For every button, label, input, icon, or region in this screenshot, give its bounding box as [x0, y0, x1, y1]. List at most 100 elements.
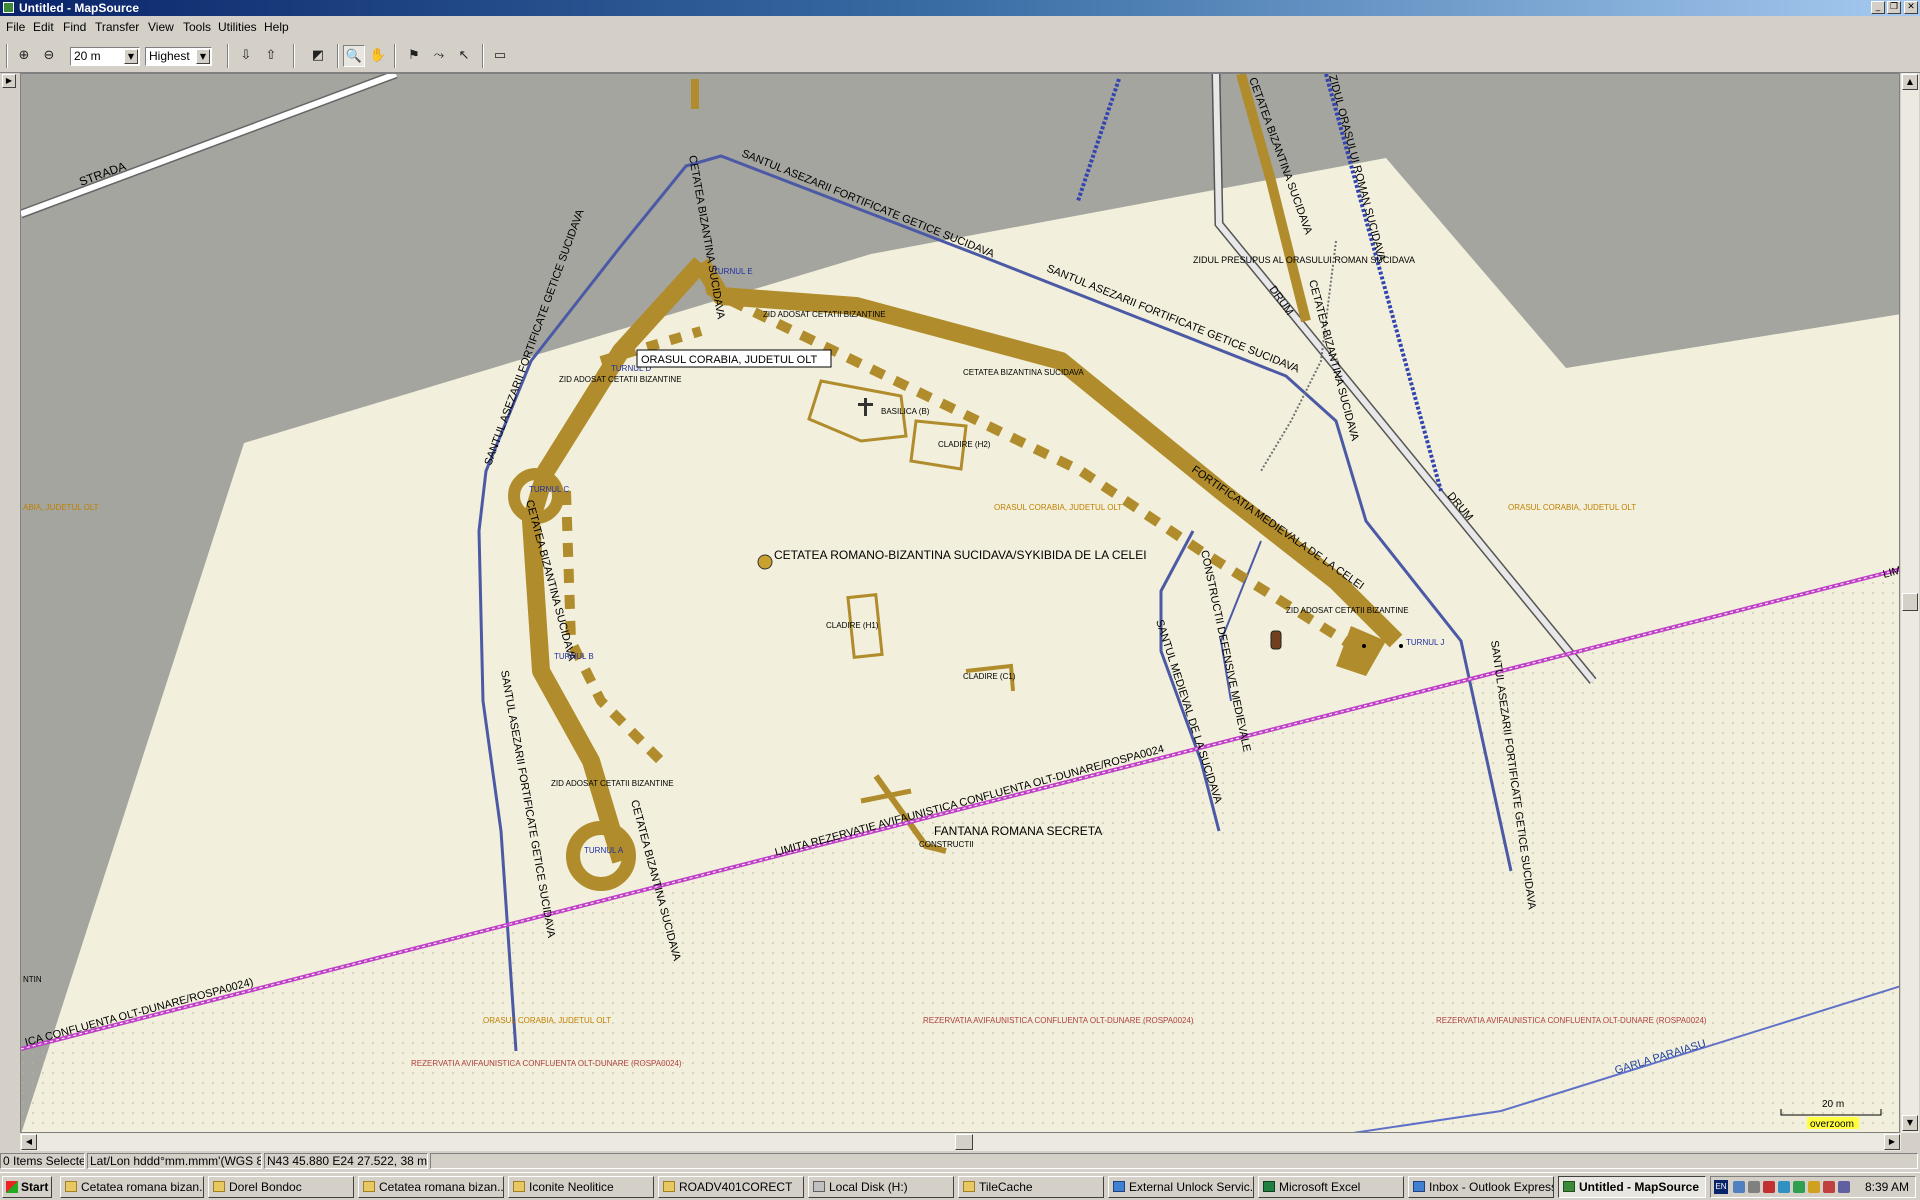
- vertical-scrollbar[interactable]: ▲ ▼: [1901, 73, 1919, 1133]
- tray-app-icon[interactable]: [1748, 1181, 1760, 1193]
- well-icon[interactable]: [1270, 630, 1282, 650]
- toolbar-separator: [337, 44, 339, 68]
- internet-explorer-icon: [1113, 1181, 1125, 1192]
- folder-icon: [65, 1181, 77, 1192]
- close-button[interactable]: ✕: [1904, 1, 1918, 14]
- status-selected: 0 Items Selected: [0, 1153, 85, 1169]
- map-tooltip: ORASUL CORABIA, JUDETUL OLT: [636, 349, 832, 368]
- expand-panel-icon[interactable]: ▶: [2, 74, 16, 88]
- zid-adosat-4-label: ZID ADOSAT CETATII BIZANTINE: [551, 779, 674, 788]
- route-tool-icon[interactable]: ⤳: [428, 45, 450, 67]
- turnul-b-label: TURNUL B: [554, 652, 594, 661]
- tray-app-icon[interactable]: [1793, 1181, 1805, 1193]
- taskbar-item-label: Dorel Bondoc: [229, 1180, 302, 1194]
- taskbar-item[interactable]: Dorel Bondoc: [208, 1176, 354, 1198]
- toolbar-separator: [482, 44, 484, 68]
- taskbar-item[interactable]: Cetatea romana bizan...: [358, 1176, 504, 1198]
- taskbar-item[interactable]: TileCache: [958, 1176, 1104, 1198]
- status-position: N43 45.880 E24 27.522, 38 m: [264, 1153, 428, 1169]
- detail-level-select[interactable]: Highest ▼: [145, 47, 212, 66]
- waypoint-tool-icon[interactable]: ⚑: [403, 45, 425, 67]
- vertical-scroll-thumb[interactable]: [1902, 593, 1918, 611]
- taskbar-item-label: TileCache: [979, 1180, 1033, 1194]
- disk-drive-icon: [813, 1181, 825, 1192]
- taskbar-item-label: Inbox - Outlook Express: [1429, 1180, 1554, 1194]
- taskbar-item[interactable]: Iconite Neolitice: [508, 1176, 654, 1198]
- menu-find[interactable]: Find: [63, 20, 86, 34]
- receive-from-device-icon[interactable]: ⇩: [235, 45, 257, 67]
- taskbar-item[interactable]: Inbox - Outlook Express: [1408, 1176, 1554, 1198]
- map-tool-icon[interactable]: ◩: [307, 45, 329, 67]
- poi-cetatea-romano-bizantina[interactable]: CETATEA ROMANO-BIZANTINA SUCIDAVA/SYKIBI…: [774, 548, 1147, 562]
- taskbar-item-active[interactable]: Untitled - MapSource: [1558, 1176, 1706, 1198]
- cladire-h1-label: CLADIRE (H1): [826, 621, 879, 630]
- menu-tools[interactable]: Tools: [183, 20, 211, 34]
- museum-icon[interactable]: [757, 554, 773, 570]
- scroll-down-icon[interactable]: ▼: [1902, 1115, 1918, 1131]
- zoom-in-icon[interactable]: ⊕: [13, 45, 35, 67]
- turnul-j-label: TURNUL J: [1406, 638, 1444, 647]
- menu-bar: File Edit Find Transfer View Tools Utili…: [0, 17, 1920, 37]
- left-panel-strip: ▶: [0, 73, 20, 1133]
- ntin-label: NTIN: [23, 975, 42, 984]
- mapsource-icon: [1563, 1181, 1575, 1192]
- clock[interactable]: 8:39 AM: [1865, 1180, 1909, 1194]
- horizontal-scrollbar[interactable]: ◀ ▶: [20, 1133, 1901, 1151]
- measure-tool-icon[interactable]: ▭: [487, 45, 513, 67]
- zoom-tool-icon[interactable]: 🔍: [343, 45, 365, 67]
- menu-utilities[interactable]: Utilities: [218, 20, 257, 34]
- scroll-right-icon[interactable]: ▶: [1884, 1134, 1900, 1150]
- zoom-out-icon[interactable]: ⊖: [38, 45, 60, 67]
- horizontal-scroll-thumb[interactable]: [955, 1134, 973, 1150]
- menu-edit[interactable]: Edit: [33, 20, 54, 34]
- tray-app-icon[interactable]: [1778, 1181, 1790, 1193]
- status-format: Lat/Lon hddd°mm.mmm'(WGS 84): [87, 1153, 262, 1169]
- chevron-down-icon[interactable]: ▼: [196, 49, 210, 64]
- start-button[interactable]: Start: [2, 1176, 52, 1198]
- hand-tool-icon[interactable]: ✋: [367, 45, 389, 67]
- network-icon[interactable]: [1733, 1181, 1745, 1193]
- wireless-icon[interactable]: [1823, 1181, 1835, 1193]
- orasul-right-label: ORASUL CORABIA, JUDETUL OLT: [1508, 503, 1636, 512]
- orasul-bottom-label: ORASUL CORABIA, JUDETUL OLT: [483, 1016, 611, 1025]
- status-empty-pane: [430, 1153, 1918, 1169]
- toolbar-separator: [293, 44, 295, 68]
- excel-icon: [1263, 1181, 1275, 1192]
- language-indicator[interactable]: EN: [1714, 1180, 1728, 1194]
- taskbar-item-label: Cetatea romana bizan...: [379, 1180, 504, 1194]
- cladire-h2-label: CLADIRE (H2): [938, 440, 991, 449]
- restore-button[interactable]: ❐: [1887, 1, 1901, 14]
- map-tooltip-text: ORASUL CORABIA, JUDETUL OLT: [641, 354, 818, 366]
- taskbar-item[interactable]: Microsoft Excel: [1258, 1176, 1404, 1198]
- taskbar-item[interactable]: Local Disk (H:): [808, 1176, 954, 1198]
- scroll-up-icon[interactable]: ▲: [1902, 74, 1918, 90]
- poi-fantana-romana[interactable]: FANTANA ROMANA SECRETA: [934, 824, 1102, 838]
- send-to-device-icon[interactable]: ⇧: [260, 45, 282, 67]
- taskbar-item-label: Untitled - MapSource: [1579, 1180, 1700, 1194]
- map-view[interactable]: STRADA SANTUL ASEZARII FORTIFICATE GETIC…: [20, 73, 1900, 1133]
- menu-file[interactable]: File: [6, 20, 25, 34]
- folder-icon: [363, 1181, 375, 1192]
- taskbar-item[interactable]: Cetatea romana bizan...: [60, 1176, 204, 1198]
- minimize-button[interactable]: _: [1871, 1, 1885, 14]
- chevron-down-icon[interactable]: ▼: [124, 49, 138, 64]
- map-canvas[interactable]: STRADA SANTUL ASEZARII FORTIFICATE GETIC…: [21, 74, 1900, 1133]
- title-bar: Untitled - MapSource _ ❐ ✕: [0, 0, 1920, 16]
- folder-icon: [213, 1181, 225, 1192]
- taskbar-item[interactable]: External Unlock Servic...: [1108, 1176, 1254, 1198]
- tray-app-icon[interactable]: [1808, 1181, 1820, 1193]
- menu-transfer[interactable]: Transfer: [95, 20, 139, 34]
- volume-icon[interactable]: [1838, 1181, 1850, 1193]
- scroll-left-icon[interactable]: ◀: [21, 1134, 37, 1150]
- window-title: Untitled - MapSource: [19, 1, 140, 15]
- selection-tool-icon[interactable]: ↖: [453, 45, 475, 67]
- zoom-scale-select[interactable]: 20 m ▼: [70, 47, 140, 66]
- menu-help[interactable]: Help: [264, 20, 289, 34]
- zid-adosat-3-label: ZID ADOSAT CETATII BIZANTINE: [1286, 606, 1409, 615]
- taskbar-item[interactable]: ROADV401CORECT: [658, 1176, 804, 1198]
- menu-view[interactable]: View: [148, 20, 174, 34]
- taskbar-item-label: Iconite Neolitice: [529, 1180, 614, 1194]
- taskbar-item-label: Microsoft Excel: [1279, 1180, 1361, 1194]
- security-icon[interactable]: [1763, 1181, 1775, 1193]
- rezervatia-right-label: REZERVATIA AVIFAUNISTICA CONFLUENTA OLT-…: [1436, 1016, 1707, 1025]
